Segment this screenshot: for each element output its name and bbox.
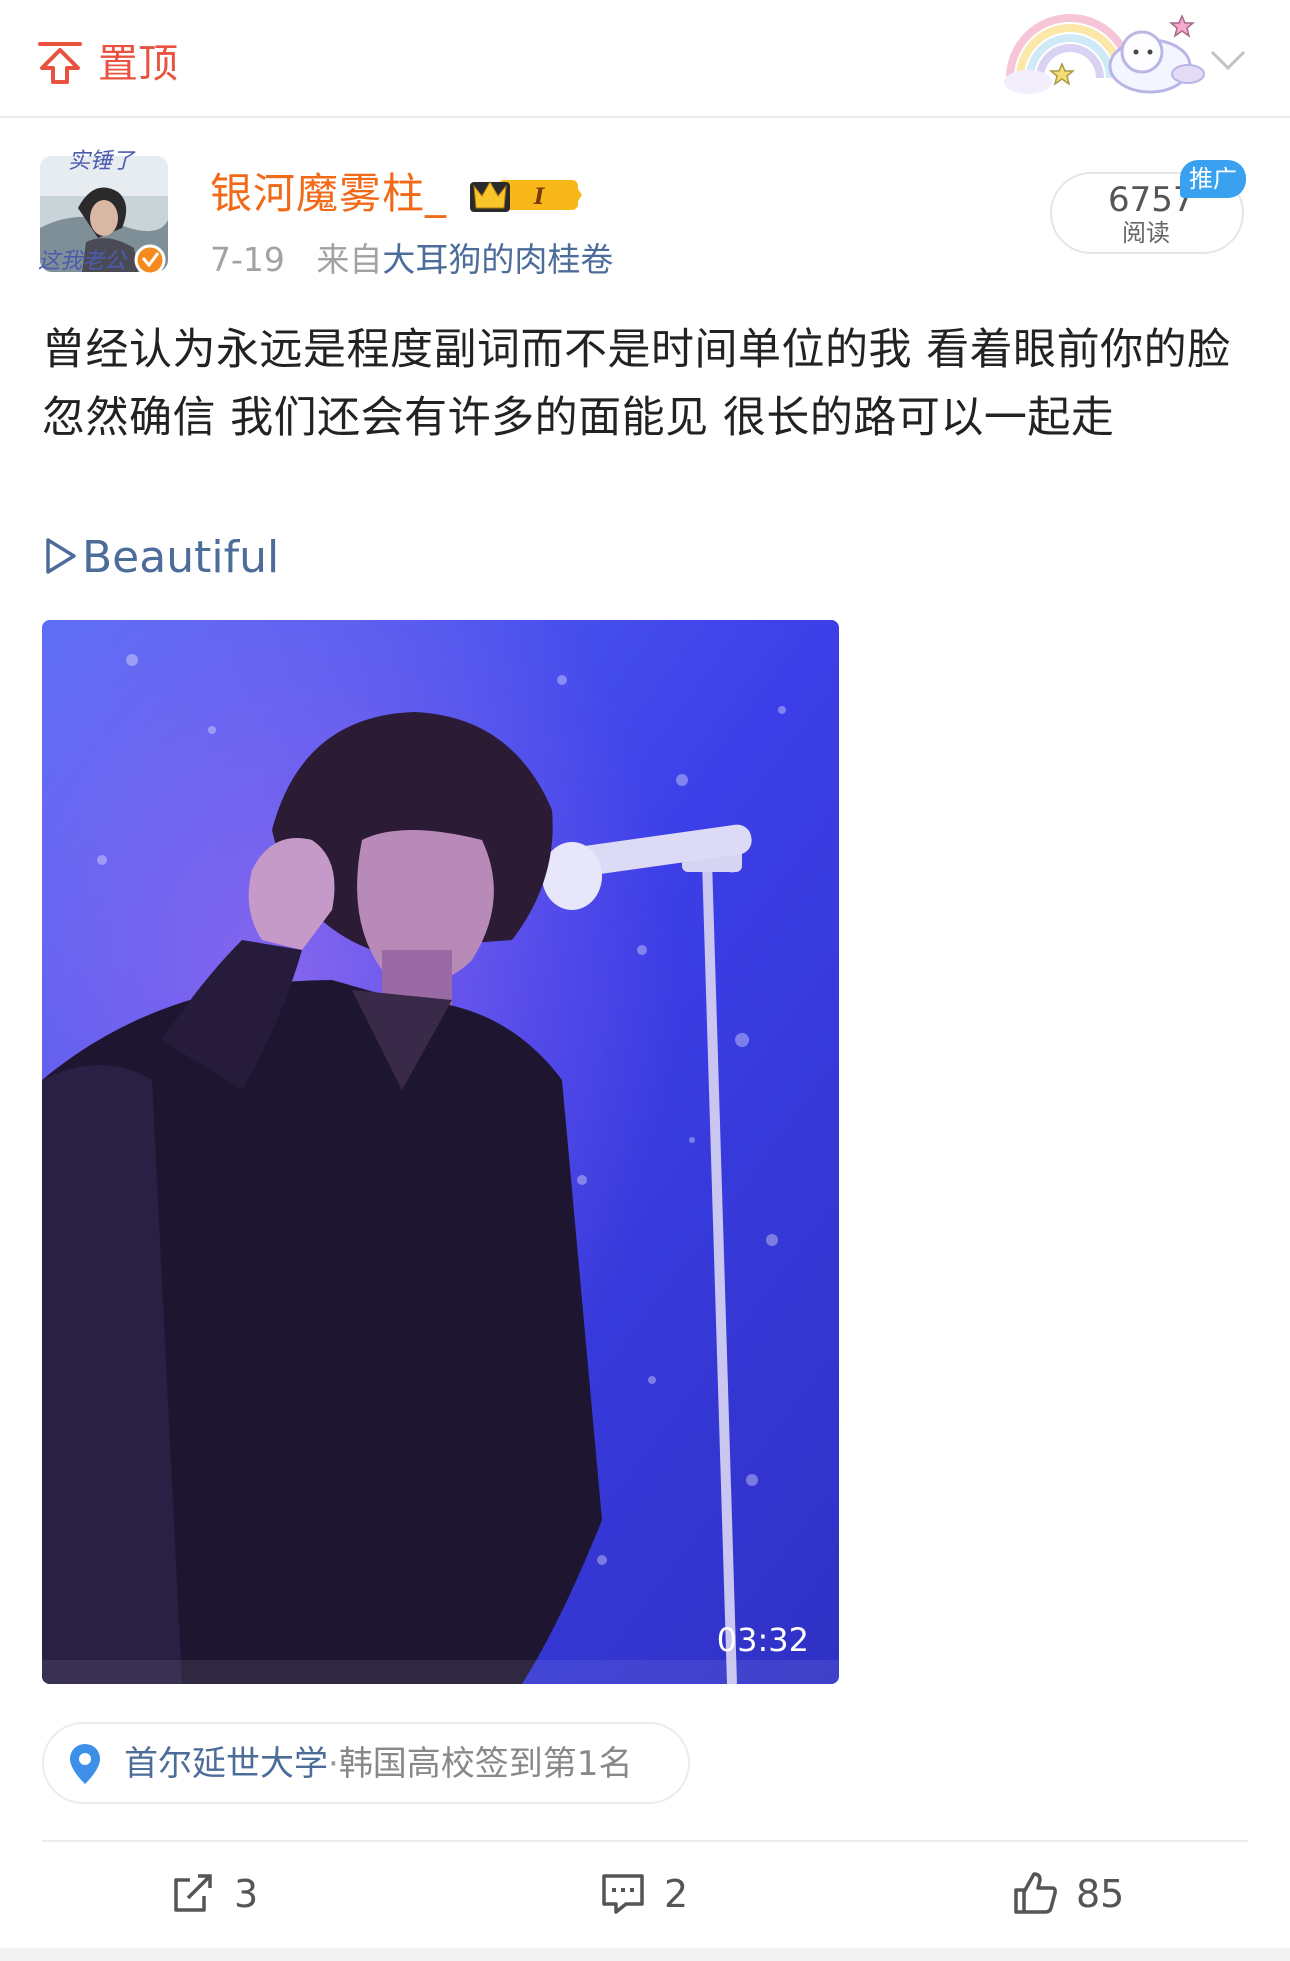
location-chip[interactable]: 首尔延世大学·韩国高校签到第1名	[42, 1722, 690, 1804]
like-count: 85	[1076, 1872, 1125, 1916]
comment-button[interactable]: 2	[600, 1862, 720, 1926]
avatar[interactable]: 实锤了 这我老公	[38, 138, 172, 288]
avatar-caption-top: 实锤了	[68, 149, 136, 174]
avatar-caption-bottom: 这我老公	[38, 249, 128, 274]
share-icon	[174, 1874, 212, 1912]
location-separator: ·	[328, 1744, 339, 1784]
post-card: 置顶 实锤了 这我老公 银河魔雾柱_ I 7-19 来自大耳狗的肉桂卷 6757…	[0, 0, 1290, 1948]
location-rank: 韩国高校签到第1名	[338, 1744, 633, 1784]
rainbow-sticker	[1004, 14, 1205, 94]
pinned-label: 置顶	[98, 41, 178, 87]
post-date: 7-19	[210, 240, 285, 279]
member-level: I	[533, 184, 545, 210]
comment-icon	[602, 1874, 644, 1914]
post-text: 曾经认为永远是程度副词而不是时间单位的我 看着眼前你的脸 忽然确信 我们还会有许…	[42, 325, 1231, 443]
share-button[interactable]: 3	[170, 1862, 290, 1926]
share-count: 3	[234, 1872, 259, 1916]
location-pin-icon	[70, 1744, 100, 1784]
music-link[interactable]: Beautiful	[44, 528, 279, 588]
post-meta: 7-19 来自大耳狗的肉桂卷	[210, 236, 613, 284]
chevron-down-icon[interactable]	[1208, 46, 1248, 76]
post-source-link[interactable]: 大耳狗的肉桂卷	[382, 240, 613, 279]
read-label: 阅读	[1122, 219, 1170, 247]
video-duration: 03:32	[716, 1621, 809, 1659]
comment-count: 2	[664, 1872, 689, 1916]
pin-up-arrow-icon	[38, 42, 82, 84]
source-prefix: 来自	[316, 240, 383, 279]
location-text: 首尔延世大学·韩国高校签到第1名	[124, 1736, 632, 1792]
location-name: 首尔延世大学	[124, 1744, 328, 1784]
member-crown-badge-icon[interactable]: I	[468, 172, 584, 218]
author-name[interactable]: 银河魔雾柱_	[210, 166, 447, 222]
play-triangle-icon	[46, 538, 76, 574]
video-thumbnail[interactable]: 03:32	[42, 620, 839, 1684]
divider	[42, 1840, 1248, 1842]
music-title: Beautiful	[82, 532, 280, 583]
promote-badge[interactable]: 推广	[1180, 160, 1246, 198]
pinned-header: 置顶	[0, 0, 1290, 118]
thumbs-up-icon	[1014, 1872, 1057, 1914]
video-frame-image	[42, 620, 839, 1684]
like-button[interactable]: 85	[1012, 1862, 1162, 1926]
